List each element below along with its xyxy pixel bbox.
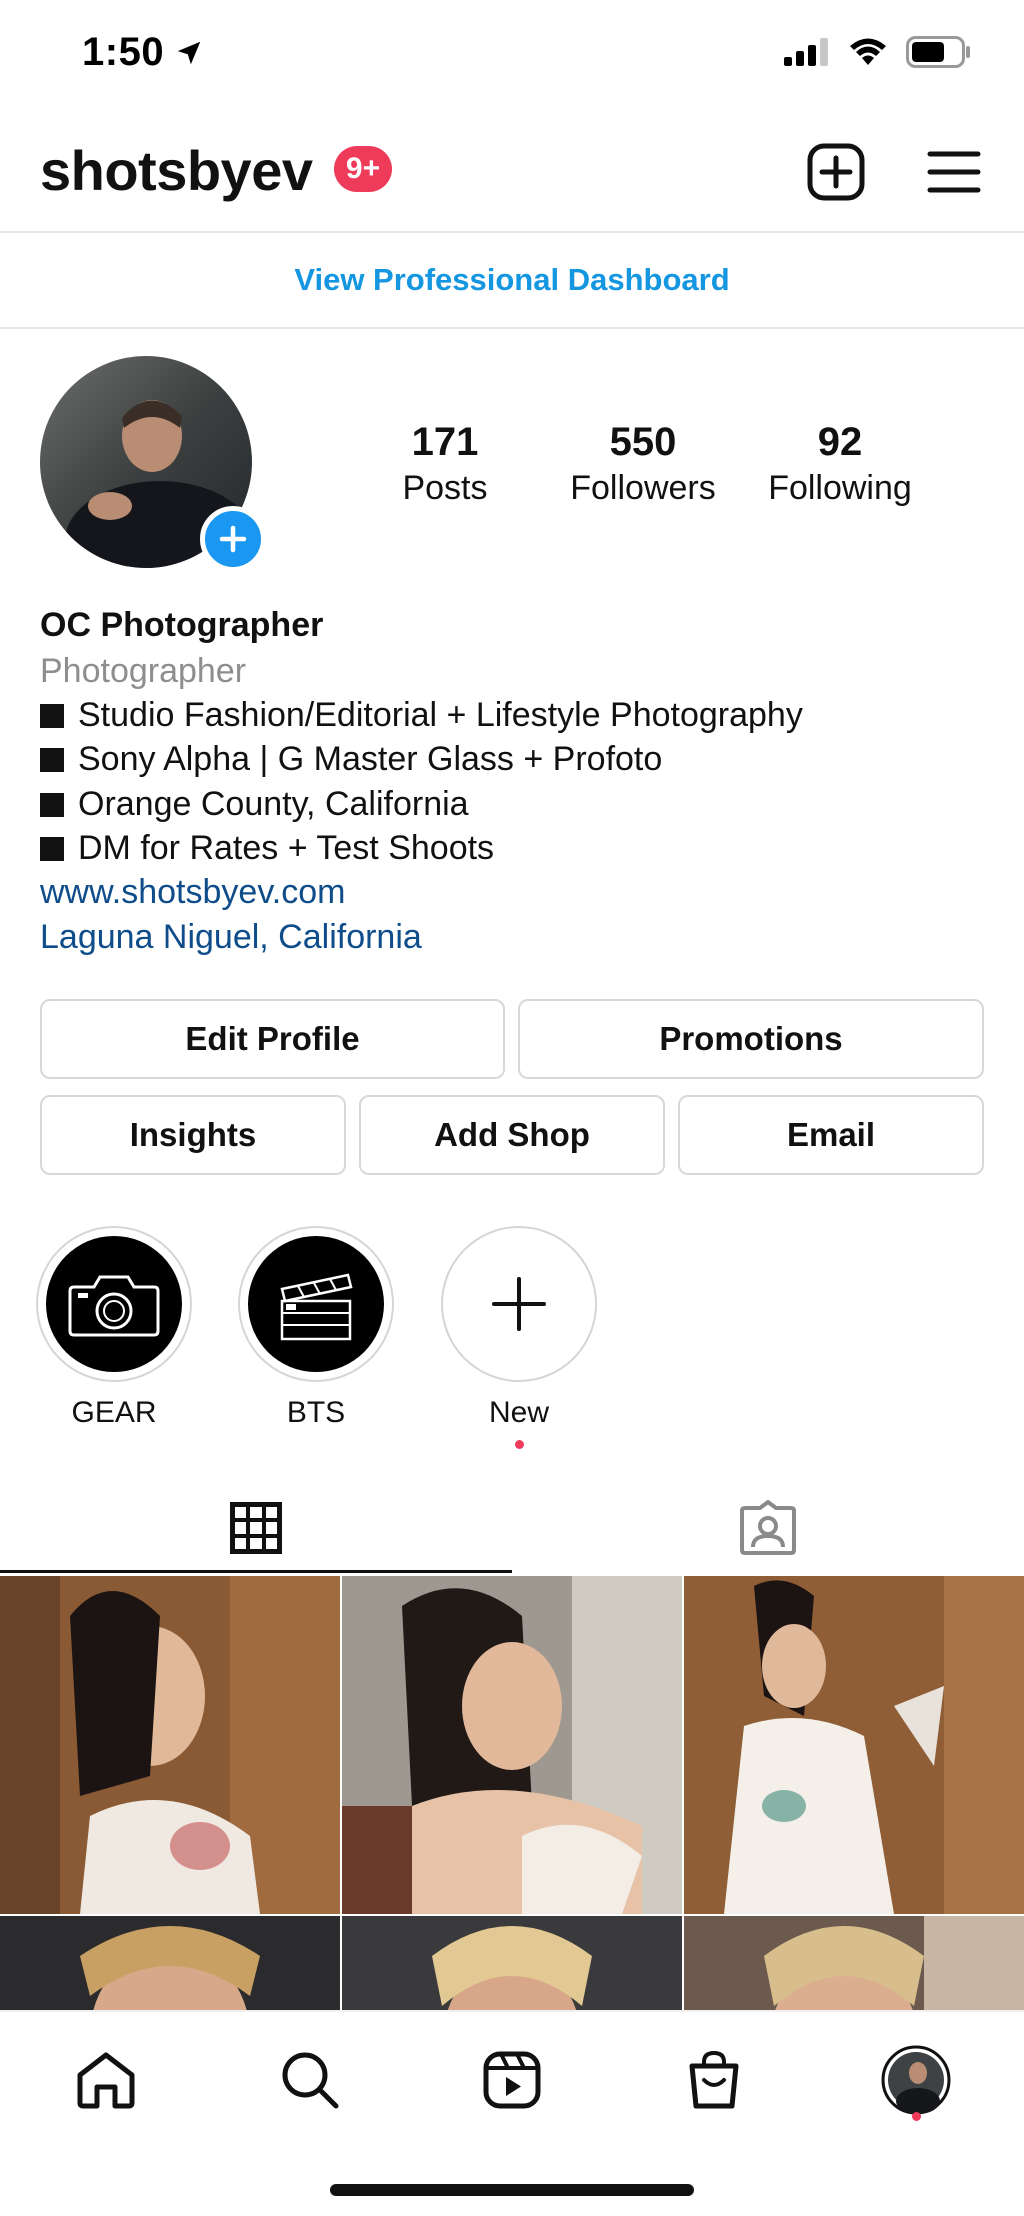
post-thumbnail[interactable] — [342, 1576, 682, 1914]
tab-posts-grid[interactable] — [0, 1486, 512, 1570]
black-square-icon — [40, 703, 64, 728]
nav-home[interactable] — [66, 2040, 146, 2120]
status-time-text: 1:50 — [82, 30, 165, 74]
status-time: 1:50 — [82, 30, 204, 75]
posts-count: 171 — [411, 420, 479, 464]
location-link[interactable]: Laguna Niguel, California — [40, 918, 422, 957]
search-icon — [282, 2052, 339, 2109]
add-shop-button[interactable]: Add Shop — [359, 1095, 665, 1175]
wifi-icon — [850, 38, 886, 65]
bio-line-text: Sony Alpha | G Master Glass + Profoto — [78, 740, 663, 778]
nav-shop[interactable] — [674, 2040, 754, 2120]
profile-avatar — [881, 2045, 951, 2115]
highlight-label: BTS — [286, 1396, 346, 1429]
menu-button[interactable] — [922, 140, 986, 204]
create-post-icon — [807, 143, 865, 201]
home-indicator[interactable] — [330, 2184, 694, 2196]
highlight-gear[interactable]: GEAR — [36, 1226, 192, 1430]
post-photo — [342, 1916, 682, 2010]
highlight-label: GEAR — [71, 1396, 157, 1429]
post-thumbnail[interactable] — [0, 1916, 340, 2010]
home-icon — [77, 2052, 135, 2109]
profile-notification-dot — [912, 2112, 921, 2121]
insights-button[interactable]: Insights — [40, 1095, 346, 1175]
edit-profile-button[interactable]: Edit Profile — [40, 999, 505, 1079]
post-photo — [684, 1576, 1024, 1914]
highlight-cover — [46, 1236, 182, 1372]
bio-category: Photographer — [40, 652, 247, 690]
following-count: 92 — [817, 420, 863, 464]
professional-dashboard-link[interactable]: View Professional Dashboard — [0, 262, 1024, 298]
followers-label: Followers — [570, 469, 716, 507]
post-thumbnail[interactable] — [684, 1576, 1024, 1914]
stat-following[interactable]: 92 Following — [740, 420, 940, 508]
tab-tagged[interactable] — [512, 1486, 1024, 1570]
create-post-button[interactable] — [804, 140, 868, 204]
bio-line-text: Orange County, California — [78, 785, 469, 823]
header-divider — [0, 231, 1024, 233]
post-thumbnail[interactable] — [684, 1916, 1024, 2010]
plus-icon — [492, 1277, 546, 1331]
new-indicator-dot — [514, 1440, 524, 1449]
black-square-icon — [40, 836, 64, 861]
post-photo — [684, 1916, 1024, 2010]
cellular-signal-icon — [784, 38, 828, 66]
promotions-button[interactable]: Promotions — [518, 999, 984, 1079]
shop-icon — [689, 2050, 739, 2109]
battery-icon — [906, 36, 970, 68]
notification-badge[interactable]: 9+ — [334, 146, 392, 192]
bio-name: OC Photographer — [40, 606, 324, 644]
grid-icon — [230, 1502, 282, 1554]
email-button[interactable]: Email — [678, 1095, 984, 1175]
black-square-icon — [40, 792, 64, 817]
bio-line-text: Studio Fashion/Editorial + Lifestyle Pho… — [78, 696, 803, 734]
bio-line-text: DM for Rates + Test Shoots — [78, 829, 495, 867]
stat-posts[interactable]: 171 Posts — [345, 420, 545, 508]
nav-profile[interactable] — [876, 2040, 956, 2120]
post-photo — [0, 1916, 340, 2010]
profile-username[interactable]: shotsbyev — [40, 138, 313, 203]
clapperboard-icon — [280, 1273, 353, 1341]
post-photo — [342, 1576, 682, 1914]
menu-icon — [927, 151, 981, 193]
bottom-nav-divider — [0, 2010, 1024, 2012]
active-tab-indicator — [0, 1570, 512, 1573]
nav-search[interactable] — [270, 2040, 350, 2120]
post-photo — [0, 1576, 340, 1914]
location-arrow-icon — [177, 41, 201, 64]
dashboard-divider — [0, 327, 1024, 329]
highlight-ring — [36, 1226, 192, 1382]
post-thumbnail[interactable] — [0, 1576, 340, 1914]
posts-grid — [0, 1576, 1024, 2010]
camera-icon — [68, 1275, 160, 1337]
highlight-ring — [238, 1226, 394, 1382]
bio-line: DM for Rates + Test Shoots — [40, 829, 494, 868]
black-square-icon — [40, 747, 64, 772]
highlight-label: New — [488, 1396, 549, 1429]
post-thumbnail[interactable] — [342, 1916, 682, 2010]
bio-line: Studio Fashion/Editorial + Lifestyle Pho… — [40, 696, 803, 735]
highlight-new[interactable]: New — [441, 1226, 597, 1449]
posts-label: Posts — [402, 469, 488, 507]
status-icons — [784, 36, 972, 68]
plus-icon — [219, 525, 247, 553]
bio-line: Orange County, California — [40, 785, 469, 824]
bio-line: Sony Alpha | G Master Glass + Profoto — [40, 740, 662, 779]
followers-count: 550 — [609, 420, 677, 464]
nav-reels[interactable] — [472, 2040, 552, 2120]
add-story-button[interactable] — [200, 506, 266, 572]
tagged-icon — [740, 1500, 796, 1555]
highlight-bts[interactable]: BTS — [238, 1226, 394, 1430]
reels-icon — [483, 2051, 541, 2109]
highlight-cover — [248, 1236, 384, 1372]
stat-followers[interactable]: 550 Followers — [543, 420, 743, 508]
following-label: Following — [768, 469, 912, 507]
new-highlight-ring — [441, 1226, 597, 1382]
website-link[interactable]: www.shotsbyev.com — [40, 873, 345, 912]
